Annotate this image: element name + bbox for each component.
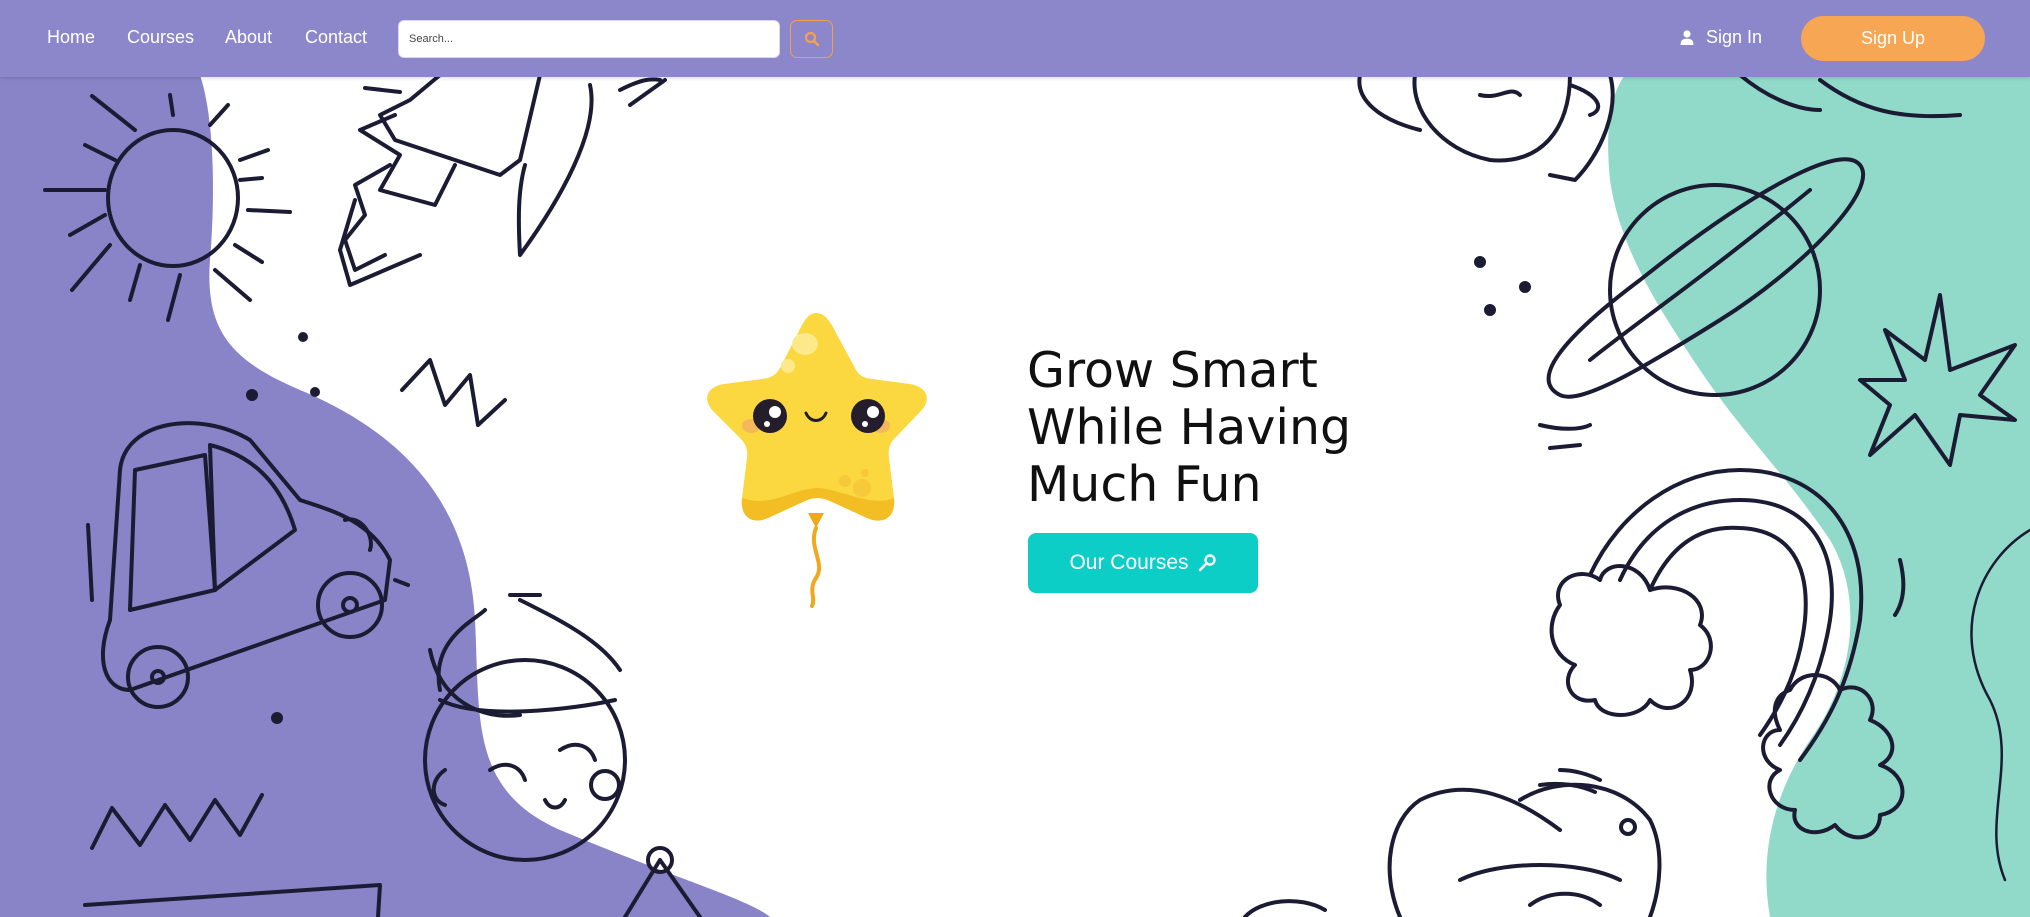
search-button[interactable] — [790, 20, 833, 58]
hero-background-illustration — [0, 73, 2030, 917]
hero-title: Grow Smart While Having Much Fun — [1027, 342, 1447, 513]
sign-in-label: Sign In — [1706, 27, 1763, 47]
key-icon — [1198, 554, 1216, 572]
top-navbar: Home Courses About Contact Sign In Sign … — [0, 0, 2030, 77]
nav-link-contact[interactable]: Contact — [305, 26, 367, 48]
our-courses-label: Our Courses — [1069, 551, 1189, 574]
user-icon — [1680, 29, 1694, 45]
rocket-doodle — [338, 73, 667, 287]
nav-link-about[interactable]: About — [225, 26, 272, 48]
sign-in-link[interactable]: Sign In — [1680, 26, 1762, 48]
nav-link-home[interactable]: Home — [47, 26, 95, 48]
hero-title-line: Grow Smart — [1027, 342, 1318, 399]
hero-title-line: While Having — [1027, 399, 1352, 456]
star-balloon-mascot — [707, 313, 927, 608]
purple-blob — [0, 75, 770, 917]
search-input[interactable] — [398, 20, 780, 58]
hero-title-line: Much Fun — [1027, 456, 1262, 513]
nav-link-courses[interactable]: Courses — [127, 26, 194, 48]
cap-boy-doodle — [1387, 768, 1662, 917]
zigzag-doodle — [400, 358, 507, 427]
sign-up-button[interactable]: Sign Up — [1801, 16, 1985, 61]
search-icon — [804, 31, 819, 47]
our-courses-button[interactable]: Our Courses — [1028, 533, 1258, 593]
